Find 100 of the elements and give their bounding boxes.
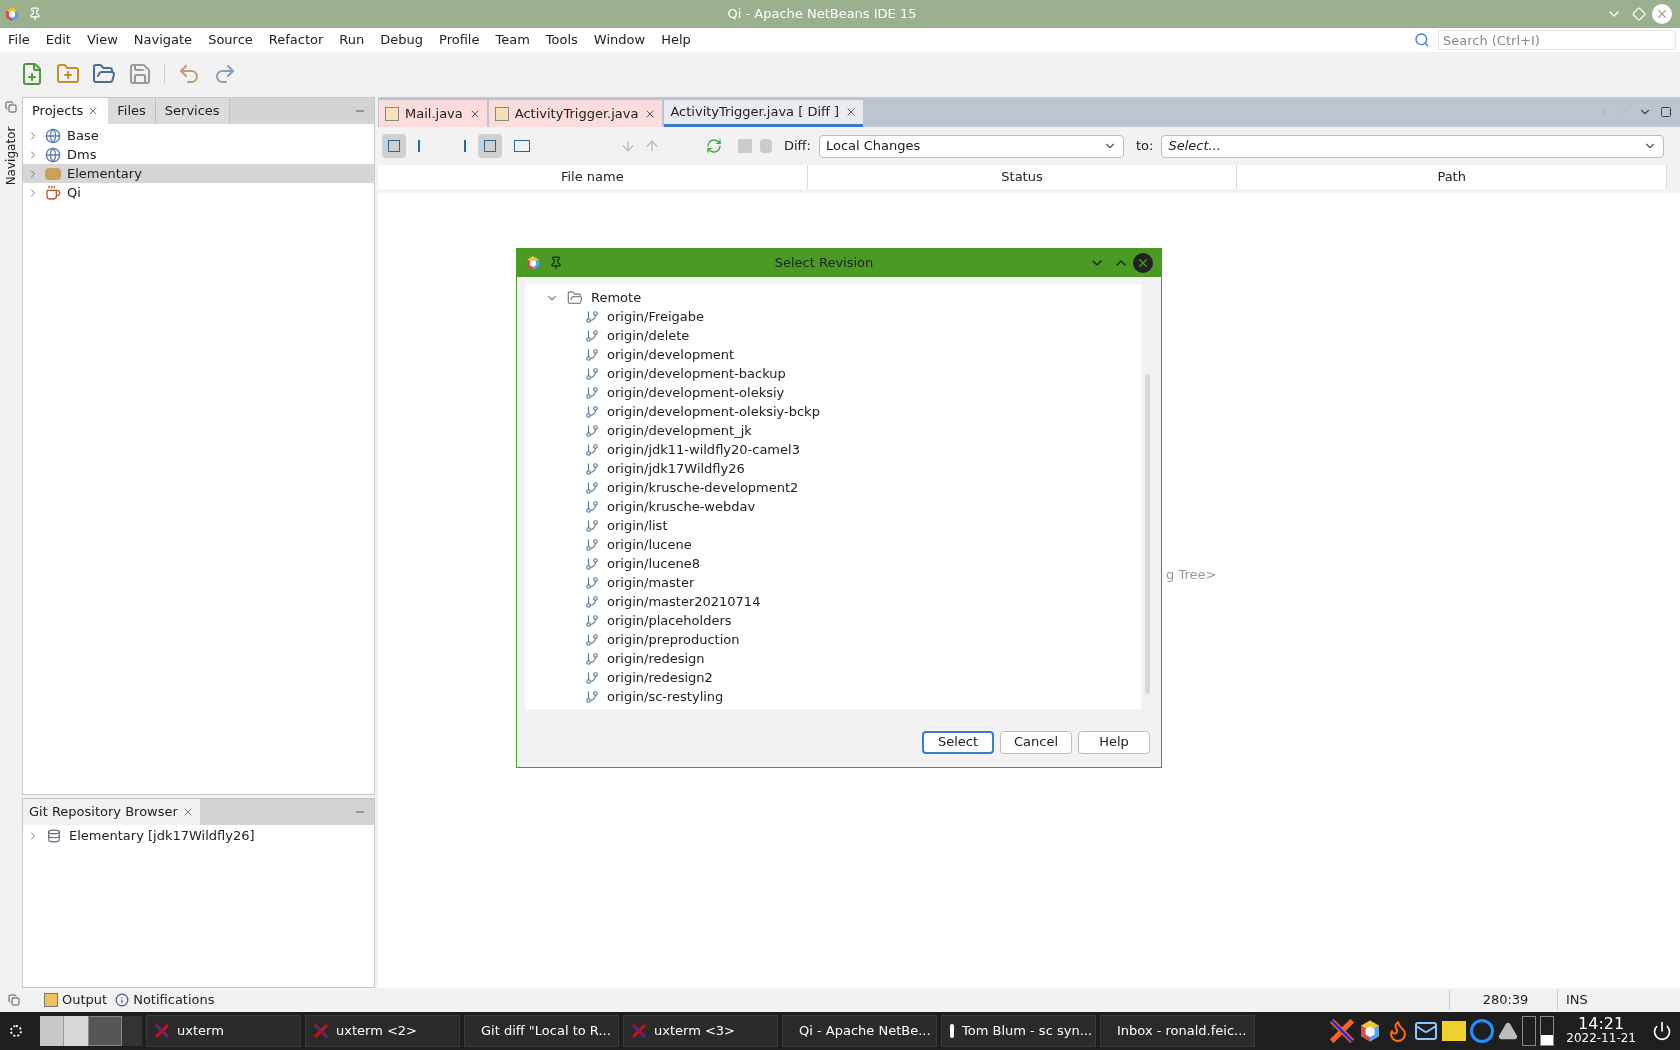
- project-item[interactable]: Base: [23, 126, 374, 145]
- editor-tab[interactable]: ActivityTrigger.java [ Diff ]: [664, 100, 864, 127]
- menu-item[interactable]: Navigate: [125, 30, 201, 50]
- hierarchy-view-icon[interactable]: [514, 140, 530, 152]
- clock-app-icon[interactable]: [1470, 1019, 1495, 1043]
- navigator-tab[interactable]: Navigator: [4, 121, 18, 191]
- branch-item[interactable]: origin/delete: [525, 326, 1141, 345]
- column-header[interactable]: Path: [1237, 165, 1667, 189]
- cpu-meter-icon: [1522, 1016, 1537, 1046]
- restore-group-icon[interactable]: [8, 994, 20, 1006]
- column-header[interactable]: Status: [807, 165, 1238, 189]
- branch-item[interactable]: origin/sc-restyling: [525, 687, 1141, 706]
- scrollbar-thumb[interactable]: [1144, 374, 1150, 694]
- pin-icon[interactable]: [549, 256, 563, 270]
- panel-tab[interactable]: Projects: [23, 98, 109, 124]
- menu-item[interactable]: Tools: [537, 30, 586, 50]
- branch-item[interactable]: origin/development-oleksiy: [525, 383, 1141, 402]
- column-header[interactable]: File name: [378, 165, 808, 189]
- tree-view-icon[interactable]: [382, 134, 406, 158]
- output-tab[interactable]: Output: [44, 990, 108, 1010]
- panel-tab[interactable]: Git Repository Browser: [23, 799, 200, 825]
- split-view-icon[interactable]: [478, 134, 502, 158]
- branch-item[interactable]: origin/redesign2: [525, 668, 1141, 687]
- maven-icon: [45, 167, 61, 180]
- branch-item[interactable]: origin/jdk11-wildfly20-camel3: [525, 440, 1141, 459]
- branch-item[interactable]: origin/development-oleksiy-bckp: [525, 402, 1141, 421]
- open-folder-icon[interactable]: [92, 61, 116, 86]
- globe-icon: [45, 146, 61, 163]
- dialog-button[interactable]: Help: [1078, 730, 1150, 754]
- branch-item[interactable]: origin/Freigabe: [525, 307, 1141, 326]
- notifications-tab[interactable]: Notifications: [115, 990, 215, 1010]
- notes-icon[interactable]: [1442, 1021, 1467, 1041]
- taskbar-button[interactable]: Tom Blum - sc syn...: [941, 1015, 1096, 1047]
- taskbar-button[interactable]: uxterm <3>: [623, 1015, 778, 1047]
- branch-item[interactable]: origin/list: [525, 516, 1141, 535]
- menu-item[interactable]: Run: [331, 30, 373, 50]
- menu-item[interactable]: Debug: [372, 30, 432, 50]
- menu-item[interactable]: View: [78, 30, 126, 50]
- mail-icon[interactable]: [1414, 1019, 1439, 1043]
- menu-item[interactable]: Profile: [431, 30, 488, 50]
- taskbar-button[interactable]: Inbox - ronald.feic...: [1100, 1015, 1255, 1047]
- save-icon[interactable]: [128, 61, 152, 86]
- app-logo-icon: [4, 6, 20, 22]
- menu-item[interactable]: Window: [585, 30, 654, 50]
- new-file-icon[interactable]: [20, 61, 44, 86]
- power-icon[interactable]: [1652, 1021, 1672, 1041]
- dialog-title: Select Revision: [773, 254, 875, 273]
- maximize-icon[interactable]: [1660, 106, 1672, 118]
- close-button[interactable]: [1133, 253, 1153, 273]
- branch-item[interactable]: origin/development_jk: [525, 421, 1141, 440]
- taskbar-button[interactable]: uxterm <2>: [305, 1015, 460, 1047]
- search-field[interactable]: Search (Ctrl+I): [1438, 30, 1676, 50]
- branch-item[interactable]: origin/development-backup: [525, 364, 1141, 383]
- editor-tab[interactable]: ActivityTrigger.java: [488, 100, 663, 127]
- dialog-button[interactable]: Cancel: [1000, 730, 1072, 754]
- menu-item[interactable]: Source: [200, 30, 261, 50]
- x-icon[interactable]: [1330, 1019, 1355, 1043]
- java-file-icon: [494, 106, 509, 121]
- taskbar-button[interactable]: Qi - Apache NetBe...: [782, 1015, 937, 1047]
- new-project-icon[interactable]: [56, 61, 80, 86]
- branch-item[interactable]: origin/jdk17Wildfly26: [525, 459, 1141, 478]
- restore-group-icon[interactable]: [5, 101, 17, 113]
- repository-item[interactable]: Elementary [jdk17Wildfly26]: [23, 825, 374, 847]
- to-select[interactable]: Select...: [1161, 134, 1664, 158]
- project-item[interactable]: Qi: [23, 183, 374, 202]
- project-item[interactable]: Dms: [23, 145, 374, 164]
- panel-tab[interactable]: Files: [108, 98, 156, 124]
- taskbar-button[interactable]: Git diff "Local to R...: [464, 1015, 619, 1047]
- dialog-button[interactable]: Select: [922, 730, 994, 754]
- close-button[interactable]: [1652, 4, 1672, 24]
- menu-item[interactable]: Refactor: [260, 30, 332, 50]
- branch-item[interactable]: origin/lucene: [525, 535, 1141, 554]
- branch-item[interactable]: origin/krusche-webdav: [525, 497, 1141, 516]
- tree-folder[interactable]: Remote: [525, 288, 1141, 307]
- taskbar-button[interactable]: uxterm: [146, 1015, 301, 1047]
- branch-item[interactable]: origin/master20210714: [525, 592, 1141, 611]
- branch-item[interactable]: origin/development: [525, 345, 1141, 364]
- branch-item[interactable]: origin/master: [525, 573, 1141, 592]
- search-icon[interactable]: [1414, 32, 1430, 48]
- window-title: Qi - Apache NetBeans IDE 15: [726, 5, 918, 24]
- menu-item[interactable]: Team: [487, 30, 538, 50]
- project-item[interactable]: Elementary: [23, 164, 374, 183]
- menu-item[interactable]: Edit: [37, 30, 79, 50]
- branch-icon: [585, 689, 599, 704]
- branch-item[interactable]: origin/placeholders: [525, 611, 1141, 630]
- branch-item[interactable]: origin/redesign: [525, 649, 1141, 668]
- panel-tab[interactable]: Services: [155, 98, 230, 124]
- menu-item[interactable]: File: [0, 30, 38, 50]
- diff-select[interactable]: Local Changes: [818, 134, 1124, 158]
- desktop-pager[interactable]: [40, 1016, 142, 1046]
- pin-icon[interactable]: [28, 7, 42, 21]
- editor-tab[interactable]: Mail.java: [379, 100, 487, 127]
- refresh-icon[interactable]: [706, 138, 722, 154]
- menu-item[interactable]: Help: [653, 30, 699, 50]
- branch-item[interactable]: origin/preproduction: [525, 630, 1141, 649]
- branch-item[interactable]: origin/krusche-development2: [525, 478, 1141, 497]
- branch-icon: [585, 613, 599, 628]
- triangle-icon[interactable]: [1498, 1021, 1519, 1041]
- branch-icon: [585, 461, 599, 476]
- branch-item[interactable]: origin/lucene8: [525, 554, 1141, 573]
